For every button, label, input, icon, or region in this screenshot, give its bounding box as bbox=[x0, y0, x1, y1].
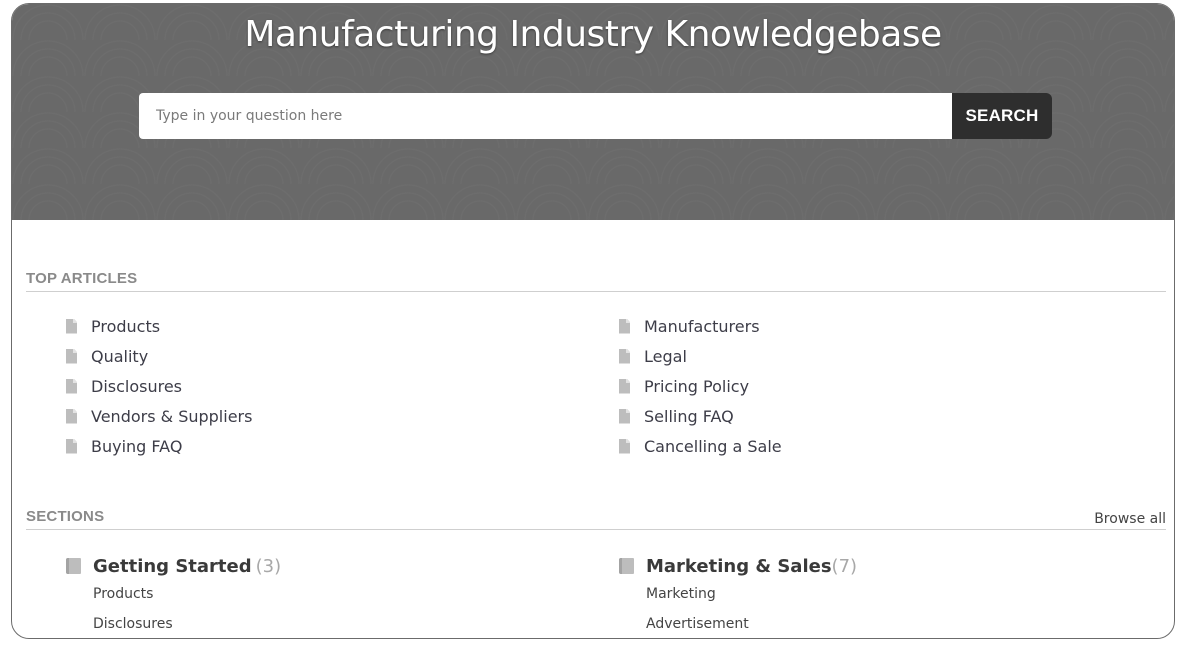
article-label: Cancelling a Sale bbox=[644, 436, 782, 456]
section-title-row: Marketing & Sales (7) bbox=[619, 553, 857, 579]
article-label: Quality bbox=[91, 346, 149, 366]
page-title: Manufacturing Industry Knowledgebase bbox=[244, 14, 942, 55]
document-icon bbox=[619, 408, 630, 424]
section-title-row: Getting Started (3) bbox=[66, 553, 281, 579]
section-article-count: (7) bbox=[831, 555, 858, 577]
section-title-link[interactable]: Marketing & Sales bbox=[646, 556, 832, 577]
document-icon bbox=[619, 378, 630, 394]
search-form: SEARCH bbox=[139, 93, 1052, 139]
article-link-disclosures[interactable]: Disclosures bbox=[66, 371, 252, 401]
top-articles-header: TOP ARTICLES bbox=[26, 266, 1166, 292]
article-link-legal[interactable]: Legal bbox=[619, 341, 782, 371]
article-label: Selling FAQ bbox=[644, 406, 734, 426]
page-frame: Manufacturing Industry Knowledgebase SEA… bbox=[11, 3, 1175, 639]
article-link-manufacturers[interactable]: Manufacturers bbox=[619, 311, 782, 341]
sections-heading: SECTIONS bbox=[26, 508, 105, 525]
document-icon bbox=[66, 408, 77, 424]
document-icon bbox=[619, 438, 630, 454]
article-link-buying-faq[interactable]: Buying FAQ bbox=[66, 431, 252, 461]
document-icon bbox=[66, 438, 77, 454]
section-article-link[interactable]: Advertisement bbox=[646, 609, 857, 638]
section-article-count: (3) bbox=[255, 555, 282, 577]
browse-all-link[interactable]: Browse all bbox=[1094, 511, 1166, 527]
top-articles-right-column: Manufacturers Legal Pricing Policy Selli… bbox=[619, 311, 782, 461]
top-articles-heading: TOP ARTICLES bbox=[26, 270, 138, 287]
article-label: Vendors & Suppliers bbox=[91, 406, 253, 426]
article-link-cancelling-a-sale[interactable]: Cancelling a Sale bbox=[619, 431, 782, 461]
book-icon bbox=[66, 558, 81, 574]
document-icon bbox=[66, 318, 77, 334]
article-link-products[interactable]: Products bbox=[66, 311, 252, 341]
document-icon bbox=[619, 318, 630, 334]
article-link-quality[interactable]: Quality bbox=[66, 341, 252, 371]
article-link-selling-faq[interactable]: Selling FAQ bbox=[619, 401, 782, 431]
article-label: Manufacturers bbox=[644, 316, 760, 336]
section-marketing-sales: Marketing & Sales (7) Marketing Advertis… bbox=[619, 553, 857, 638]
article-label: Buying FAQ bbox=[91, 436, 183, 456]
section-getting-started: Getting Started (3) Products Disclosures bbox=[66, 553, 281, 638]
article-link-pricing-policy[interactable]: Pricing Policy bbox=[619, 371, 782, 401]
article-label: Products bbox=[91, 316, 161, 336]
section-article-link[interactable]: Disclosures bbox=[93, 609, 281, 638]
hero-banner: Manufacturing Industry Knowledgebase SEA… bbox=[12, 4, 1174, 220]
section-article-link[interactable]: Products bbox=[93, 579, 281, 609]
document-icon bbox=[619, 348, 630, 364]
section-article-link[interactable]: Marketing bbox=[646, 579, 857, 609]
book-icon bbox=[619, 558, 634, 574]
article-label: Legal bbox=[644, 346, 687, 366]
search-input[interactable] bbox=[139, 93, 952, 139]
article-link-vendors-suppliers[interactable]: Vendors & Suppliers bbox=[66, 401, 252, 431]
sections-header: SECTIONS Browse all bbox=[26, 504, 1166, 530]
article-label: Disclosures bbox=[91, 376, 183, 396]
search-button[interactable]: SEARCH bbox=[952, 93, 1052, 139]
document-icon bbox=[66, 348, 77, 364]
document-icon bbox=[66, 378, 77, 394]
article-label: Pricing Policy bbox=[644, 376, 750, 396]
top-articles-left-column: Products Quality Disclosures Vendors & S… bbox=[66, 311, 252, 461]
section-title-link[interactable]: Getting Started bbox=[93, 556, 252, 577]
